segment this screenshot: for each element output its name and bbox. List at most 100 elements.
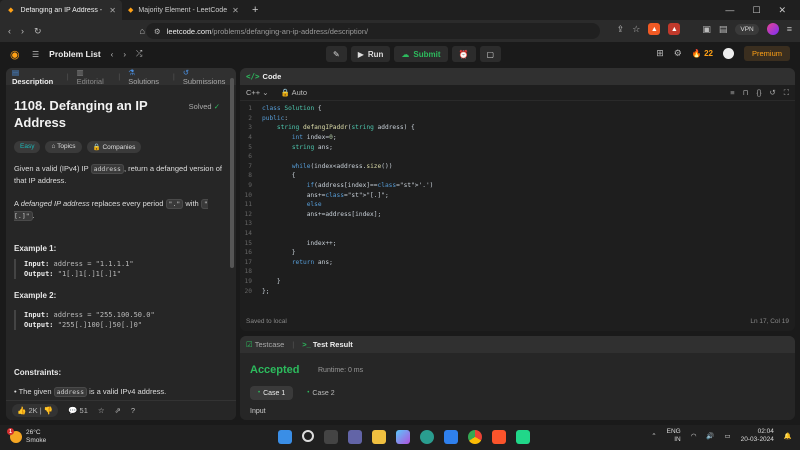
weather-widget[interactable]: 1 26°C Smoke: [7, 428, 46, 445]
menu-icon[interactable]: ≡: [787, 24, 792, 34]
close-icon[interactable]: ✕: [109, 6, 116, 15]
brave-rewards-icon[interactable]: ▲: [668, 23, 681, 35]
share-link-icon[interactable]: ⇗: [115, 406, 121, 415]
shuffle-icon[interactable]: ⤮: [136, 49, 142, 59]
site-info-icon[interactable]: ⚙: [154, 27, 161, 36]
tab-description[interactable]: ▤ Description: [12, 68, 59, 86]
new-tab-button[interactable]: +: [244, 4, 266, 16]
bookmark-icon[interactable]: ☆: [632, 24, 640, 35]
wallet-icon[interactable]: ▤: [719, 24, 728, 35]
run-button[interactable]: ▶ Run: [350, 46, 391, 62]
edge-icon[interactable]: [420, 430, 434, 444]
tab-editorial[interactable]: ▥ Editorial: [77, 68, 111, 86]
code-line[interactable]: 14: [240, 229, 795, 239]
problem-list-icon[interactable]: ☰: [32, 50, 39, 59]
comments-button[interactable]: 💬 51: [68, 406, 88, 415]
brave-shield-icon[interactable]: ▲: [648, 23, 661, 35]
tab-submissions[interactable]: ↺ Submissions: [183, 68, 230, 86]
case-2-tab[interactable]: • Case 2: [299, 386, 342, 400]
teams-icon[interactable]: [348, 430, 362, 444]
pycharm-icon[interactable]: [516, 430, 530, 444]
code-line[interactable]: 18: [240, 267, 795, 277]
code-line[interactable]: 17 return ans;: [240, 258, 795, 268]
like-button[interactable]: 👍 2K | 👎: [12, 404, 59, 417]
code-line[interactable]: 3 string defangIPaddr(string address) {: [240, 123, 795, 133]
reload-icon[interactable]: ↻: [34, 26, 42, 37]
next-problem-icon[interactable]: ›: [123, 50, 126, 59]
code-line[interactable]: 1 class Solution {: [240, 104, 795, 114]
sidebar-toggle-icon[interactable]: ▣: [702, 24, 711, 35]
autocomplete-toggle[interactable]: 🔒 Auto: [281, 88, 307, 97]
code-line[interactable]: 5 string ans;: [240, 142, 795, 152]
thumbs-down-icon[interactable]: 👎: [44, 406, 53, 415]
notifications-icon[interactable]: 🔔: [784, 432, 792, 440]
problem-title[interactable]: 1108. Defanging an IP Address: [14, 97, 174, 131]
premium-button[interactable]: Premium: [743, 46, 790, 61]
code-area[interactable]: 1 class Solution {2 public: 3 string defang…: [240, 104, 795, 296]
problem-list-link[interactable]: Problem List: [49, 49, 100, 59]
code-line[interactable]: 10 ans+=class="st">"[.]";: [240, 190, 795, 200]
code-line[interactable]: 6: [240, 152, 795, 162]
back-icon[interactable]: ‹: [8, 26, 11, 36]
tab-solutions[interactable]: ⚗ Solutions: [128, 68, 165, 86]
reset-icon[interactable]: ↺: [769, 88, 775, 98]
browser-tab-majority[interactable]: ◆ Majority Element - LeetCode ✕: [122, 0, 244, 20]
forward-icon[interactable]: ›: [21, 26, 24, 36]
profile-avatar[interactable]: [766, 23, 779, 35]
input-language[interactable]: ENG IN: [667, 428, 681, 444]
submit-button[interactable]: ☁ Submit: [394, 46, 448, 62]
close-window-icon[interactable]: ✕: [778, 5, 786, 16]
code-line[interactable]: 15 index++;: [240, 238, 795, 248]
notes-icon[interactable]: ▢: [479, 46, 502, 62]
settings-gear-icon[interactable]: ⚙: [674, 48, 682, 59]
code-line[interactable]: 4 int index=0;: [240, 133, 795, 143]
browser-tab-defanging[interactable]: ◆ Defanging an IP Address - Leet ✕: [0, 0, 122, 20]
code-line[interactable]: 2 public:: [240, 114, 795, 124]
braces-icon[interactable]: {}: [756, 88, 761, 98]
favorite-star-icon[interactable]: ☆: [98, 406, 105, 415]
format-icon[interactable]: ≡: [730, 88, 734, 98]
battery-icon[interactable]: ▭: [725, 432, 731, 440]
vpn-button[interactable]: VPN: [735, 23, 759, 35]
clock[interactable]: 02:04 20-03-2024: [741, 428, 774, 444]
companies-chip[interactable]: 🔒 Companies: [86, 141, 142, 153]
maximize-icon[interactable]: ☐: [752, 5, 760, 16]
user-avatar[interactable]: [722, 48, 734, 59]
debug-icon[interactable]: ✎: [326, 46, 347, 62]
code-line[interactable]: 9 if(address[index]==class="st">'.'): [240, 181, 795, 191]
code-line[interactable]: 7 while(index<address.size()): [240, 162, 795, 172]
topics-chip[interactable]: ⌂ Topics: [45, 141, 82, 153]
chevron-up-icon[interactable]: ⌃: [651, 432, 656, 440]
volume-icon[interactable]: 🔊: [706, 432, 714, 440]
code-tab[interactable]: </> Code: [240, 68, 795, 85]
windows-start-icon[interactable]: [278, 430, 292, 444]
chrome-icon[interactable]: [468, 430, 482, 444]
layout-icon[interactable]: ⊞: [656, 48, 664, 59]
help-icon[interactable]: ?: [131, 406, 135, 415]
url-field[interactable]: ⚙ leetcode.com/problems/defanging-an-ip-…: [146, 23, 600, 39]
home-icon[interactable]: ⌂: [140, 26, 145, 36]
code-line[interactable]: 8 {: [240, 171, 795, 181]
task-view-icon[interactable]: [324, 430, 338, 444]
close-icon[interactable]: ✕: [232, 6, 239, 15]
code-line[interactable]: 16 }: [240, 248, 795, 258]
store-icon[interactable]: [444, 430, 458, 444]
share-icon[interactable]: ⇪: [617, 24, 625, 35]
wifi-icon[interactable]: ◠: [691, 432, 697, 440]
fullscreen-icon[interactable]: ⛶: [784, 88, 789, 98]
timer-icon[interactable]: ⏰: [451, 46, 476, 62]
tab-testcase[interactable]: ☑ Testcase: [246, 340, 284, 349]
code-line[interactable]: 12 ans+=address[index];: [240, 210, 795, 220]
copilot-icon[interactable]: [396, 430, 410, 444]
bookmark-icon[interactable]: ⊓: [743, 88, 749, 98]
tab-test-result[interactable]: >_ Test Result: [302, 340, 353, 349]
code-line[interactable]: 19 }: [240, 277, 795, 287]
search-icon[interactable]: [302, 430, 314, 442]
leetcode-logo-icon[interactable]: ◉: [10, 48, 22, 61]
prev-problem-icon[interactable]: ‹: [111, 50, 114, 59]
description-scrollbar[interactable]: [230, 78, 234, 268]
streak-counter[interactable]: 🔥 22: [692, 49, 713, 58]
minimize-icon[interactable]: —: [725, 5, 734, 16]
code-line[interactable]: 20};: [240, 286, 795, 296]
brave-icon[interactable]: [492, 430, 506, 444]
